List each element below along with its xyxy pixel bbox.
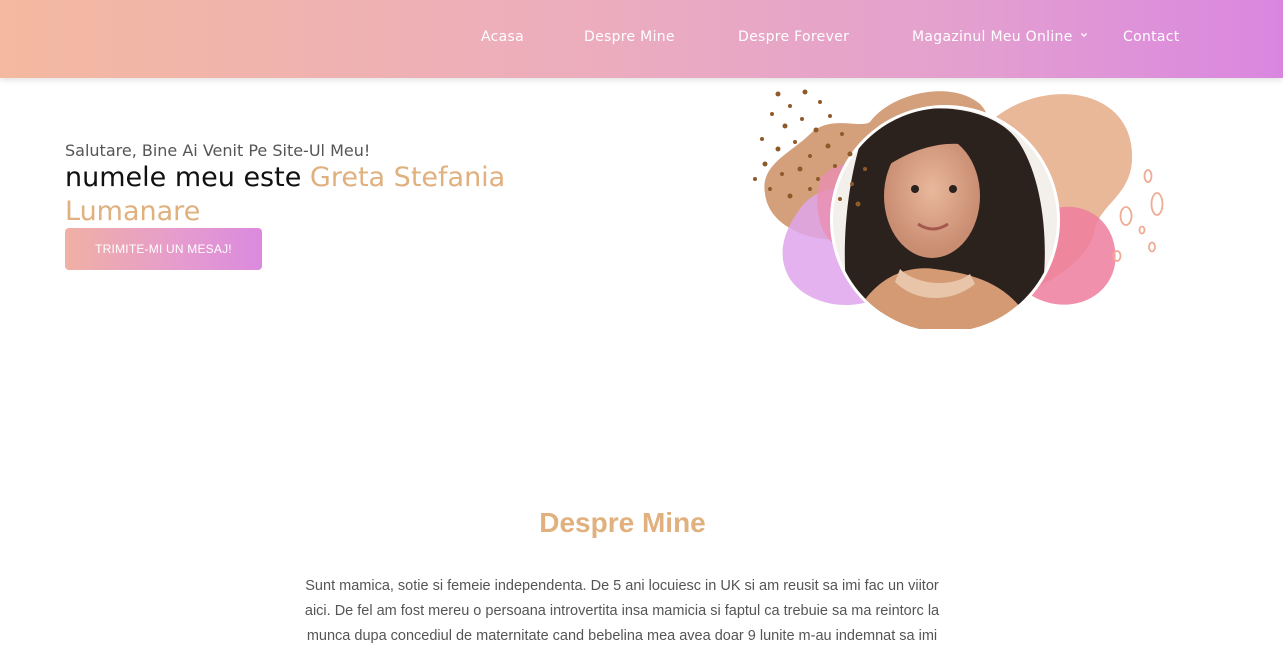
- nav-link-despre-forever[interactable]: Despre Forever: [738, 29, 849, 45]
- about-section-title: Despre Mine: [539, 507, 706, 538]
- hero-greeting: Salutare, Bine Ai Venit Pe Site-Ul Meu!: [65, 141, 371, 160]
- about-paragraph: Sunt mamica, sotie si femeie independent…: [304, 578, 940, 644]
- top-navigation-bar: Acasa Despre Mine Despre Forever Magazin…: [0, 0, 1283, 78]
- nav-link-magazinul-meu-online[interactable]: Magazinul Meu Online: [912, 29, 1073, 45]
- name-prefix: numele meu este: [65, 162, 302, 193]
- nav-link-acasa[interactable]: Acasa: [481, 29, 524, 45]
- nav-link-contact[interactable]: Contact: [1123, 29, 1180, 45]
- hero-name-heading: numele meu este Greta Stefania Lumanare: [65, 161, 535, 229]
- send-message-button[interactable]: TRIMITE-MI UN MESAJ!: [65, 228, 262, 270]
- hero-profile-illustration: [750, 84, 1180, 335]
- chevron-down-icon[interactable]: [1081, 32, 1087, 38]
- nav-link-despre-mine[interactable]: Despre Mine: [584, 29, 675, 45]
- decorative-blobs-graphic: [753, 89, 1164, 335]
